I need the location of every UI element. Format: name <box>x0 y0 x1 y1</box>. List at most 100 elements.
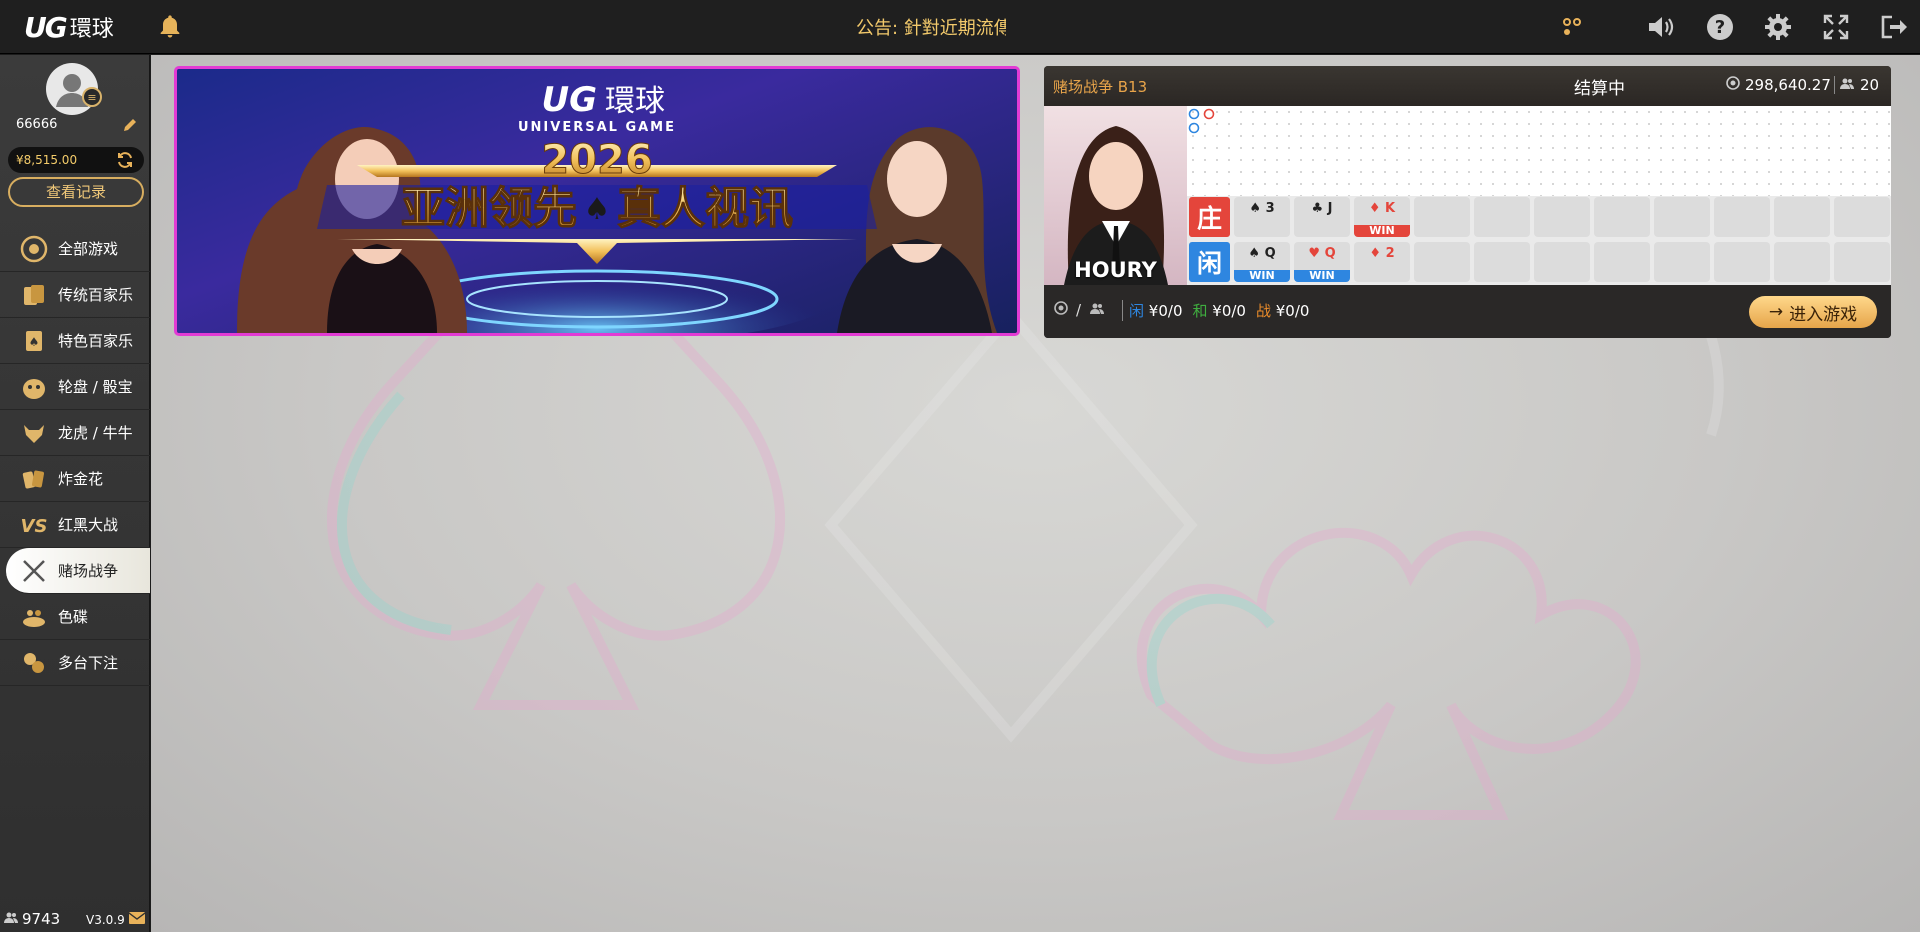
card-suit: ♥ <box>1308 246 1321 261</box>
red-black-icon: VS <box>18 509 50 541</box>
nav-item-label: 炸金花 <box>58 470 104 488</box>
help-icon[interactable]: ? <box>1704 11 1736 43</box>
card-cell: ♠ Q WIN <box>1234 242 1290 282</box>
win-badge: WIN <box>1234 270 1290 282</box>
users-icon <box>1089 301 1105 319</box>
nav-item-label: 特色百家乐 <box>58 332 134 350</box>
card-suit: ♣ <box>1311 201 1324 216</box>
casino-war-icon <box>18 555 50 587</box>
nav-item-label: 红黑大战 <box>58 516 119 534</box>
top-bar: UG 環球 公告: 針對近期流傳 ? <box>0 0 1920 54</box>
war-bet-label: 战 <box>1255 302 1271 320</box>
player-count-value: 20 <box>1860 76 1880 94</box>
nav-item[interactable]: 多台下注 <box>0 640 150 686</box>
card-suit: ♦ <box>1369 246 1382 261</box>
card-cell <box>1594 197 1650 237</box>
svg-text:♠: ♠ <box>29 335 40 349</box>
nav-item[interactable]: 色碟 <box>0 594 150 640</box>
banker-label: 庄 <box>1189 197 1230 237</box>
edit-icon[interactable] <box>122 117 138 133</box>
tie-bet: 和 ¥0/0 <box>1192 300 1245 321</box>
footer-icons: / <box>1054 301 1105 319</box>
menu-badge-icon[interactable]: ≡ <box>82 87 102 107</box>
table-title: 赌场战争 B13 <box>1053 78 1148 96</box>
card-value: ♠ Q <box>1234 246 1290 261</box>
logout-icon[interactable] <box>1878 11 1910 43</box>
card-suit: ♦ <box>1368 201 1381 216</box>
bead-road <box>1187 106 1891 196</box>
roulette-sicbo-icon <box>18 371 50 403</box>
card-cell <box>1654 242 1710 282</box>
banner-year: 2026 <box>541 137 652 183</box>
nav-item[interactable]: 赌场战争 <box>6 548 150 594</box>
svg-text:VS: VS <box>21 516 48 537</box>
card-cell <box>1594 242 1650 282</box>
chip-icon <box>1726 76 1740 94</box>
banner-headline-right: 真人视讯 <box>617 183 793 234</box>
card-suit: ♠ <box>1249 201 1262 216</box>
player-count: 20 <box>1834 76 1879 94</box>
view-records-button[interactable]: 查看记录 <box>8 177 144 207</box>
banner-subtitle: UNIVERSAL GAME <box>518 120 676 135</box>
volume-icon[interactable] <box>1646 11 1678 43</box>
nav-item-label: 传统百家乐 <box>58 286 134 304</box>
card-cell <box>1414 197 1470 237</box>
nav-item[interactable]: 全部游戏 <box>0 226 150 272</box>
nav-item[interactable]: 龙虎 / 牛牛 <box>0 410 150 456</box>
war-bet-value: ¥0/0 <box>1275 302 1310 320</box>
notice-marquee[interactable]: 公告: 針對近期流傳 <box>856 14 1006 40</box>
sedie-icon <box>18 601 50 633</box>
nav-item[interactable]: 轮盘 / 骰宝 <box>0 364 150 410</box>
nav-item-label: 多台下注 <box>58 654 119 672</box>
svg-text:?: ? <box>1715 17 1725 38</box>
main-content: UG 環球 UNIVERSAL GAME 2026 亚洲领先 真人视讯 ♠ 赌场… <box>151 55 1920 932</box>
game-table-card[interactable]: 赌场战争 B13 结算中 298,640.27 20 HOURY 庄 闲 ♠ 3… <box>1044 66 1891 338</box>
users-icon <box>1839 76 1855 94</box>
player-bet: 闲 ¥0/0 <box>1129 300 1182 321</box>
card-value: ♦ 2 <box>1354 246 1410 261</box>
nav-item[interactable]: VS 红黑大战 <box>0 502 150 548</box>
pool-value: 298,640.27 <box>1745 76 1831 94</box>
nav-item-label: 色碟 <box>58 608 89 626</box>
online-count-value: 9743 <box>22 910 61 928</box>
nav-item-label: 龙虎 / 牛牛 <box>58 424 133 442</box>
version: V3.0.9 <box>86 912 146 927</box>
logo[interactable]: UG 環球 <box>24 10 114 44</box>
golden-flower-icon <box>18 463 50 495</box>
card-rank: J <box>1327 201 1333 216</box>
enter-game-button[interactable]: → 进入游戏 <box>1749 296 1877 328</box>
nav-item[interactable]: 传统百家乐 <box>0 272 150 318</box>
banner-logo-latin: UG <box>541 80 597 120</box>
logo-cn: 環球 <box>69 17 114 42</box>
card-cell <box>1414 242 1470 282</box>
card-cell <box>1534 197 1590 237</box>
logo-latin: UG <box>24 10 68 44</box>
card-value: ♠ 3 <box>1234 201 1290 216</box>
mail-icon[interactable] <box>128 912 146 927</box>
apps-icon[interactable] <box>1556 11 1588 43</box>
right-model-figure <box>837 127 997 333</box>
card-results: 庄 闲 ♠ 3 ♣ J ♦ K WIN ♠ Q WIN ♥ Q WIN ♦ 2 <box>1187 196 1891 285</box>
banner-art: UG 環球 UNIVERSAL GAME 2026 亚洲领先 真人视讯 ♠ <box>237 80 997 333</box>
win-badge: WIN <box>1354 225 1410 237</box>
player-bet-label: 闲 <box>1129 302 1145 320</box>
card-cell <box>1654 197 1710 237</box>
card-rank: 2 <box>1385 246 1395 261</box>
card-header: 赌场战争 B13 结算中 298,640.27 20 <box>1044 66 1891 106</box>
card-rank: 3 <box>1265 201 1275 216</box>
promo-banner[interactable]: UG 環球 UNIVERSAL GAME 2026 亚洲领先 真人视讯 ♠ <box>174 66 1020 336</box>
nav-item[interactable]: 炸金花 <box>0 456 150 502</box>
tie-bet-value: ¥0/0 <box>1212 302 1246 320</box>
card-cell <box>1714 242 1770 282</box>
nav-item[interactable]: ♠ 特色百家乐 <box>0 318 150 364</box>
card-footer: / 闲 ¥0/0 和 ¥0/0 战 ¥0/0 → 进入游戏 <box>1044 285 1891 338</box>
multi-table-icon <box>18 647 50 679</box>
settings-icon[interactable] <box>1762 11 1794 43</box>
fullscreen-icon[interactable] <box>1820 11 1852 43</box>
refresh-icon[interactable] <box>116 151 134 169</box>
banner-spade-icon: ♠ <box>584 192 611 227</box>
nav-item-label: 赌场战争 <box>58 562 119 580</box>
bell-icon[interactable] <box>156 13 184 41</box>
card-rank: Q <box>1324 246 1336 261</box>
card-cell <box>1774 242 1830 282</box>
